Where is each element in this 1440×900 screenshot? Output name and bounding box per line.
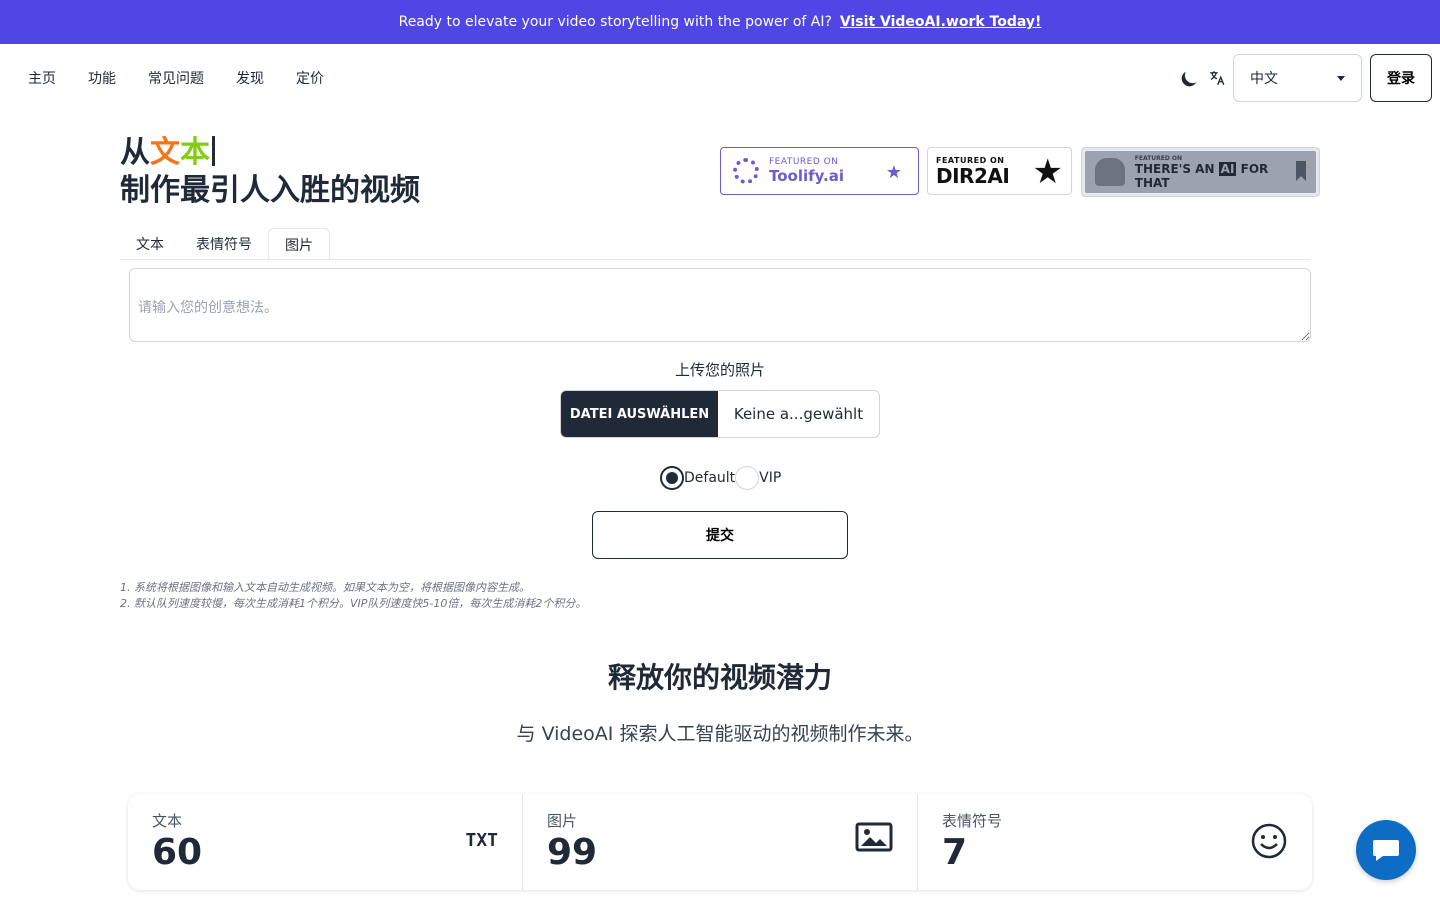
moon-icon[interactable] — [1178, 68, 1200, 90]
aift-big-pre: THERE'S AN — [1134, 161, 1215, 176]
txt-icon: TXT — [465, 830, 498, 851]
toolify-logo-icon — [733, 158, 759, 184]
nav-home[interactable]: 主页 — [28, 68, 56, 88]
stat-image: 图片 99 — [523, 794, 918, 890]
stat-title: 图片 — [547, 812, 578, 830]
stat-text: 文本 60 TXT — [128, 794, 523, 890]
aift-big: THERE'S AN AI FOR THAT — [1134, 161, 1306, 190]
nav-features[interactable]: 功能 — [88, 68, 116, 88]
aift-badge[interactable]: FEATURED ON THERE'S AN AI FOR THAT — [1081, 147, 1320, 197]
radio-default[interactable] — [660, 466, 684, 490]
banner-text: Ready to elevate your video storytelling… — [398, 14, 832, 30]
nav-discover[interactable]: 发现 — [236, 68, 264, 88]
hero-word-char-2: 本 — [180, 135, 210, 170]
notes: 1. 系统将根据图像和输入文本自动生成视频。如果文本为空，将根据图像内容生成。 … — [120, 580, 586, 612]
hero-prefix: 从 — [120, 135, 150, 170]
radio-default-label: Default — [684, 470, 736, 486]
promo-banner: Ready to elevate your video storytelling… — [0, 0, 1440, 44]
toolify-big: Toolify.ai — [769, 167, 845, 185]
note-1: 1. 系统将根据图像和输入文本自动生成视频。如果文本为空，将根据图像内容生成。 — [120, 581, 530, 594]
star-icon: ★ — [1032, 152, 1063, 192]
stat-title: 文本 — [152, 812, 183, 830]
choose-file-button[interactable]: DATEI AUSWÄHLEN — [561, 391, 718, 437]
chat-button[interactable] — [1356, 820, 1416, 880]
radio-vip[interactable] — [735, 466, 760, 490]
hero-line-1: 从文本 — [120, 134, 420, 172]
caret-down-icon — [1337, 76, 1345, 81]
section-title: 释放你的视频潜力 — [607, 661, 832, 694]
hero-line-2: 制作最引人入胜的视频 — [120, 173, 420, 208]
stat-emoji: 表情符号 7 — [918, 794, 1312, 890]
flexed-arm-icon — [1095, 158, 1125, 186]
submit-button[interactable]: 提交 — [592, 511, 848, 559]
stat-value: 60 — [152, 832, 203, 873]
chat-icon — [1373, 840, 1399, 861]
typing-cursor — [212, 136, 215, 166]
note-2: 2. 默认队列速度较慢，每次生成消耗1个积分。VIP队列速度快5-10倍，每次生… — [120, 597, 587, 610]
queue-radio-group: Default VIP — [660, 466, 781, 490]
radio-vip-label: VIP — [759, 470, 782, 486]
idea-input[interactable] — [129, 268, 1311, 342]
star-icon: ★ — [885, 162, 902, 183]
section-subtitle: 与 VideoAI 探索人工智能驱动的视频制作未来。 — [516, 723, 924, 745]
aift-small: FEATURED ON — [1134, 154, 1183, 162]
toolify-small: FEATURED ON — [769, 157, 839, 167]
stats-panel: 文本 60 TXT 图片 99 表情符号 7 — [128, 794, 1312, 890]
tab-image[interactable]: 图片 — [268, 228, 330, 261]
hero-word-char-1: 文 — [150, 135, 180, 170]
upload-label: 上传您的照片 — [674, 361, 765, 379]
login-button[interactable]: 登录 — [1370, 54, 1432, 102]
translate-icon[interactable] — [1208, 69, 1226, 87]
dir2ai-badge[interactable]: FEATURED ON DIR2AI ★ — [927, 147, 1072, 195]
nav-pricing[interactable]: 定价 — [296, 68, 324, 88]
dir2ai-big: DIR2AI — [936, 163, 1010, 188]
aift-ai: AI — [1218, 161, 1237, 176]
file-input[interactable]: DATEI AUSWÄHLEN Keine a...gewählt — [560, 390, 880, 438]
stat-value: 99 — [547, 832, 598, 873]
image-icon — [855, 822, 893, 852]
banner-link[interactable]: Visit VideoAI.work Today! — [840, 14, 1041, 30]
toolify-badge[interactable]: FEATURED ON Toolify.ai ★ — [720, 147, 919, 195]
stat-title: 表情符号 — [942, 812, 1003, 830]
aift-badge-inner: FEATURED ON THERE'S AN AI FOR THAT — [1085, 151, 1316, 193]
language-select[interactable]: 中文 — [1233, 54, 1362, 102]
language-value: 中文 — [1250, 71, 1278, 87]
nav-links: 主页 功能 常见问题 发现 定价 — [28, 44, 324, 112]
tab-emoji[interactable]: 表情符号 — [180, 228, 268, 260]
input-tabs: 文本 表情符号 图片 — [120, 228, 1311, 261]
stat-value: 7 — [942, 832, 968, 873]
hero-title: 从文本 制作最引人入胜的视频 — [120, 134, 420, 210]
smiley-icon — [1251, 823, 1287, 859]
nav-faq[interactable]: 常见问题 — [148, 68, 204, 88]
tab-text[interactable]: 文本 — [120, 228, 180, 260]
file-name: Keine a...gewählt — [733, 405, 864, 423]
top-nav: 主页 功能 常见问题 发现 定价 中文 登录 — [0, 44, 1440, 112]
